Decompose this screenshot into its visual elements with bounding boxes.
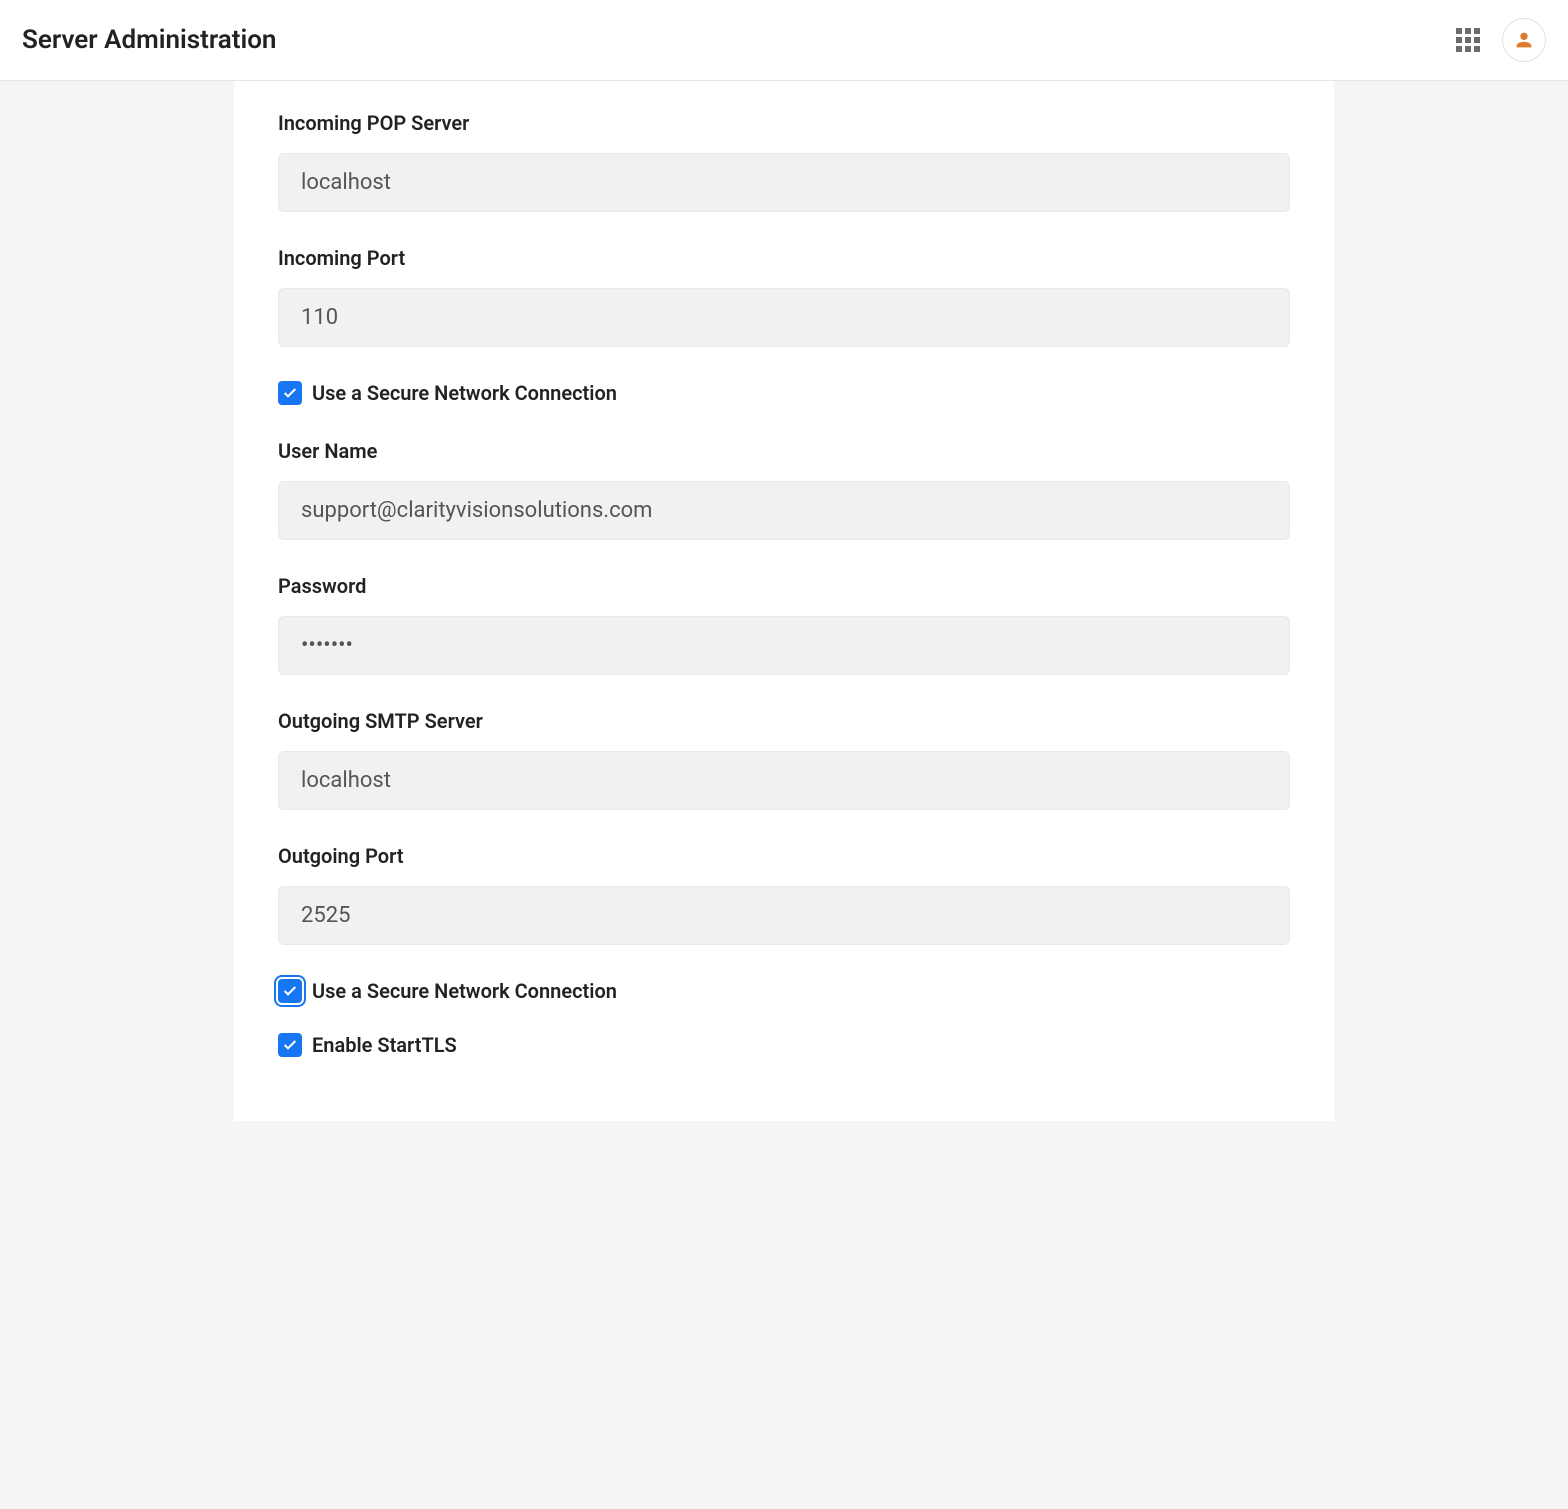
check-icon — [282, 385, 298, 401]
incoming-pop-server-label: Incoming POP Server — [278, 111, 1290, 135]
incoming-port-group: Incoming Port — [278, 246, 1290, 347]
password-input[interactable] — [278, 616, 1290, 675]
outgoing-secure-label[interactable]: Use a Secure Network Connection — [312, 979, 617, 1003]
outgoing-port-label: Outgoing Port — [278, 844, 1290, 868]
user-avatar-button[interactable] — [1502, 18, 1546, 62]
incoming-pop-server-group: Incoming POP Server — [278, 111, 1290, 212]
content-wrapper: Incoming POP Server Incoming Port Use a … — [0, 81, 1568, 1509]
check-icon — [282, 1037, 298, 1053]
outgoing-smtp-server-input[interactable] — [278, 751, 1290, 810]
apps-grid-icon[interactable] — [1456, 28, 1480, 52]
incoming-secure-label[interactable]: Use a Secure Network Connection — [312, 381, 617, 405]
check-icon — [282, 983, 298, 999]
password-label: Password — [278, 574, 1290, 598]
incoming-port-label: Incoming Port — [278, 246, 1290, 270]
username-input[interactable] — [278, 481, 1290, 540]
settings-card: Incoming POP Server Incoming Port Use a … — [234, 81, 1334, 1121]
outgoing-secure-checkbox[interactable] — [278, 979, 302, 1003]
outgoing-port-group: Outgoing Port — [278, 844, 1290, 945]
enable-starttls-group: Enable StartTLS — [278, 1033, 1290, 1057]
header-actions — [1456, 18, 1546, 62]
enable-starttls-label[interactable]: Enable StartTLS — [312, 1033, 457, 1057]
incoming-secure-group: Use a Secure Network Connection — [278, 381, 1290, 405]
outgoing-smtp-server-label: Outgoing SMTP Server — [278, 709, 1290, 733]
outgoing-port-input[interactable] — [278, 886, 1290, 945]
username-label: User Name — [278, 439, 1290, 463]
outgoing-smtp-server-group: Outgoing SMTP Server — [278, 709, 1290, 810]
outgoing-secure-group: Use a Secure Network Connection — [278, 979, 1290, 1003]
incoming-pop-server-input[interactable] — [278, 153, 1290, 212]
page-header: Server Administration — [0, 0, 1568, 81]
incoming-secure-checkbox[interactable] — [278, 381, 302, 405]
username-group: User Name — [278, 439, 1290, 540]
incoming-port-input[interactable] — [278, 288, 1290, 347]
password-group: Password — [278, 574, 1290, 675]
page-title: Server Administration — [22, 25, 276, 55]
enable-starttls-checkbox[interactable] — [278, 1033, 302, 1057]
user-icon — [1513, 29, 1535, 51]
